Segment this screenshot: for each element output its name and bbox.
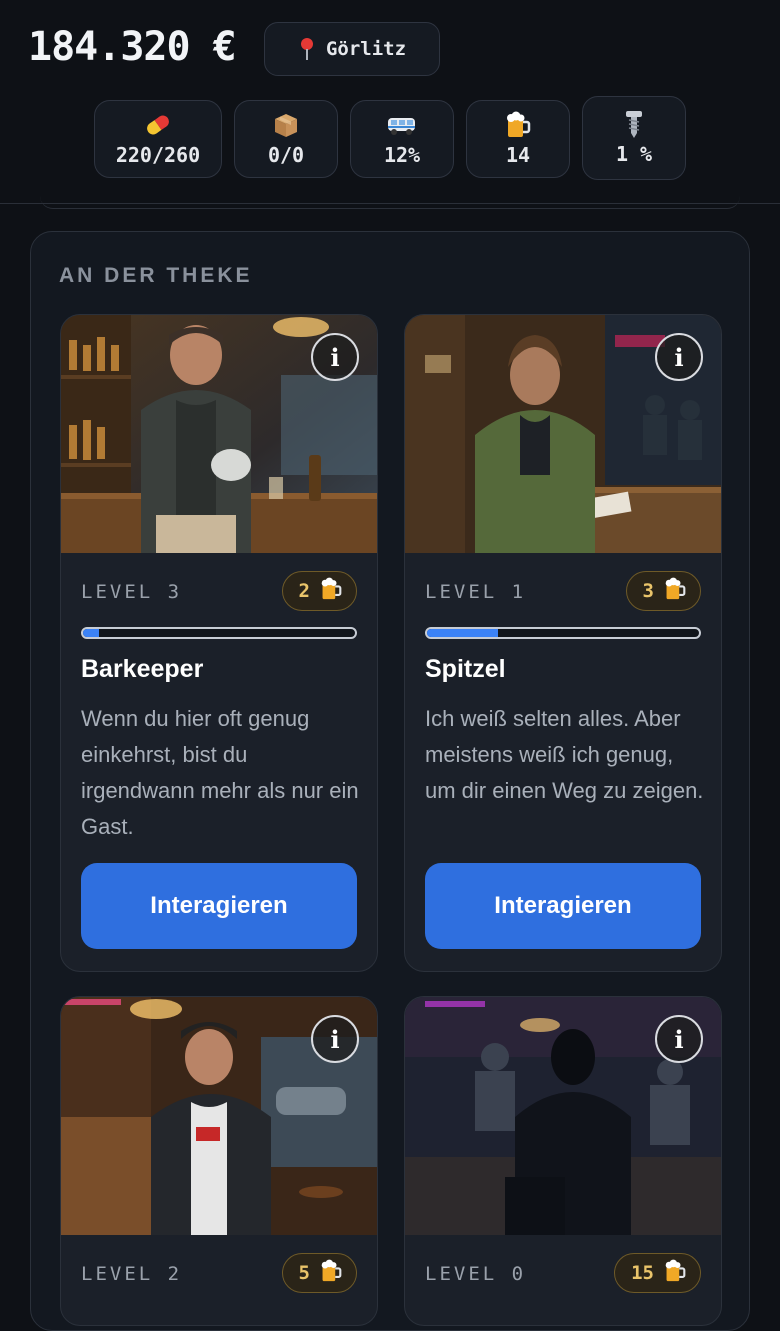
stat-pills[interactable]: 220/260 bbox=[94, 100, 222, 178]
npc-name: Spitzel bbox=[425, 655, 506, 683]
stat-van[interactable]: 12% bbox=[350, 100, 454, 178]
money-balance: 184.320 € bbox=[28, 24, 237, 70]
npc-card-barkeeper: i LEVEL 3 2 Barkeeper Wenn du hier oft g… bbox=[60, 314, 378, 972]
beer-cost-badge: 15 bbox=[614, 1253, 701, 1293]
npc-card-spitzel: i LEVEL 1 3 Spitzel Ich weiß selten alle… bbox=[404, 314, 722, 972]
info-button[interactable]: i bbox=[311, 1015, 359, 1063]
npc-level: LEVEL 3 bbox=[81, 581, 183, 603]
stat-value: 1 % bbox=[615, 142, 653, 166]
divider bbox=[40, 196, 740, 209]
beer-icon bbox=[320, 577, 342, 606]
pill-icon bbox=[143, 111, 173, 139]
cost-value: 3 bbox=[642, 580, 654, 602]
stat-boxes[interactable]: 0/0 bbox=[234, 100, 338, 178]
interact-button[interactable]: Interagieren bbox=[425, 863, 701, 949]
cost-value: 5 bbox=[298, 1262, 310, 1284]
npc-level: LEVEL 2 bbox=[81, 1263, 183, 1285]
npc-card-shadow: i LEVEL 0 15 bbox=[404, 996, 722, 1326]
beer-cost-badge: 5 bbox=[281, 1253, 357, 1293]
stat-screw[interactable]: 1 % bbox=[582, 96, 686, 180]
stat-value: 0/0 bbox=[267, 143, 305, 167]
interact-button[interactable]: Interagieren bbox=[81, 863, 357, 949]
beer-icon bbox=[505, 111, 531, 139]
info-button[interactable]: i bbox=[655, 1015, 703, 1063]
npc-name: Barkeeper bbox=[81, 655, 204, 683]
beer-icon bbox=[664, 577, 686, 606]
section-title: AN DER THEKE bbox=[59, 264, 253, 287]
npc-card-mechanic: i LEVEL 2 5 bbox=[60, 996, 378, 1326]
level-progress-bar bbox=[425, 627, 701, 639]
stat-value: 220/260 bbox=[115, 143, 201, 167]
cost-value: 2 bbox=[298, 580, 310, 602]
map-pin-icon bbox=[298, 38, 316, 60]
npc-description: Ich weiß selten alles. Aber meistens wei… bbox=[425, 706, 704, 803]
stat-value: 12% bbox=[383, 143, 421, 167]
level-progress-bar bbox=[81, 627, 357, 639]
cost-value: 15 bbox=[631, 1262, 654, 1284]
stat-value: 14 bbox=[505, 143, 531, 167]
info-button[interactable]: i bbox=[311, 333, 359, 381]
npc-level: LEVEL 1 bbox=[425, 581, 527, 603]
beer-icon bbox=[664, 1259, 686, 1288]
van-icon bbox=[386, 111, 418, 139]
npc-description: Wenn du hier oft genug einkehrst, bist d… bbox=[81, 706, 359, 839]
beer-icon bbox=[320, 1259, 342, 1288]
spitzel-portrait: i bbox=[405, 315, 721, 553]
bar-section: AN DER THEKE i LEVEL 3 2 Barkeeper Wenn … bbox=[30, 231, 750, 1331]
beer-cost-badge: 3 bbox=[625, 571, 701, 611]
screw-icon bbox=[624, 110, 644, 138]
stat-beer[interactable]: 14 bbox=[466, 100, 570, 178]
barkeeper-portrait: i bbox=[61, 315, 377, 553]
beer-cost-badge: 2 bbox=[281, 571, 357, 611]
location-label: Görlitz bbox=[325, 38, 407, 60]
box-icon bbox=[272, 111, 300, 139]
shadow-figure-portrait: i bbox=[405, 997, 721, 1235]
location-button[interactable]: Görlitz bbox=[264, 22, 440, 76]
npc-level: LEVEL 0 bbox=[425, 1263, 527, 1285]
info-button[interactable]: i bbox=[655, 333, 703, 381]
mechanic-portrait: i bbox=[61, 997, 377, 1235]
top-bar: 184.320 € Görlitz 220/260 0/0 12% 14 1 % bbox=[0, 0, 780, 204]
